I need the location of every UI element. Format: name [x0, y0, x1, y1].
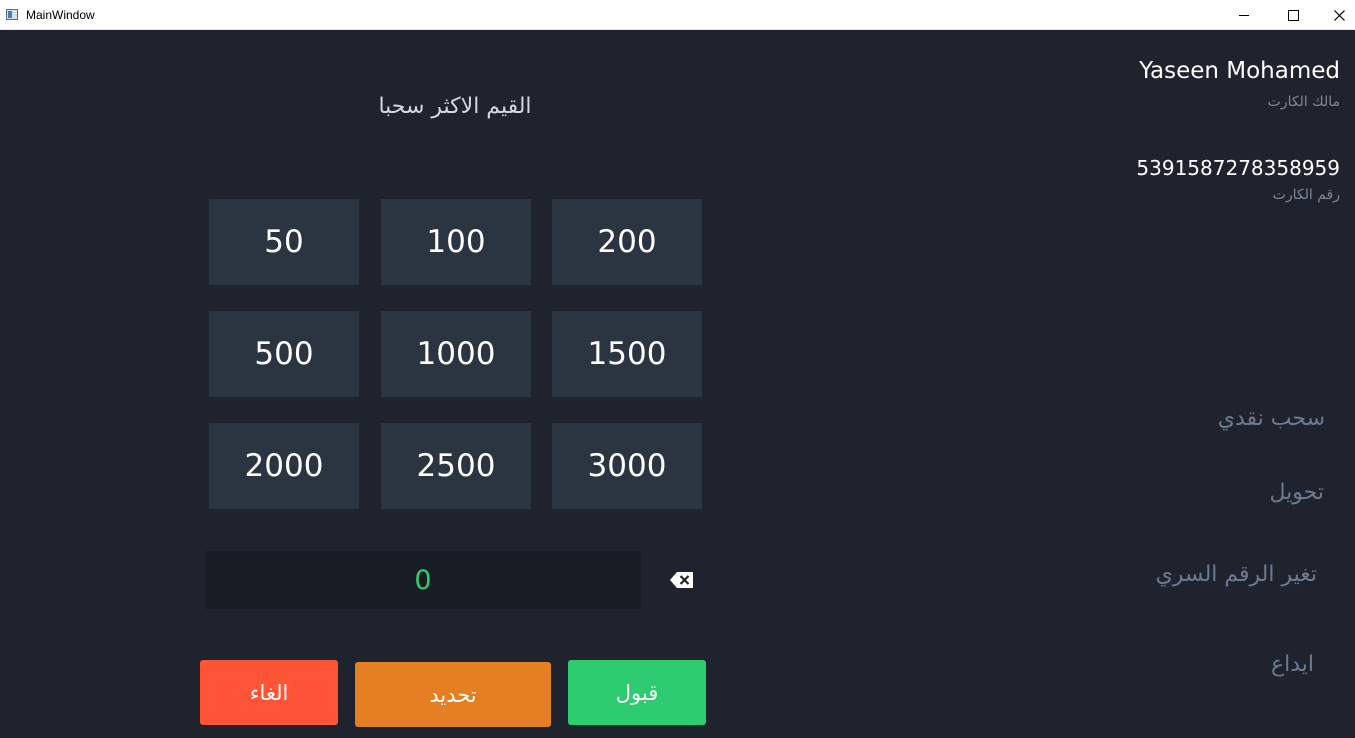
card-owner-name: Yaseen Mohamed — [1139, 58, 1340, 84]
window-titlebar: MainWindow — [0, 0, 1355, 30]
maximize-icon — [1287, 9, 1299, 21]
nav-change-pin[interactable]: تغير الرقم السري — [1156, 562, 1317, 587]
backspace-icon — [670, 572, 693, 588]
nav-withdraw[interactable]: سحب نقدي — [1218, 406, 1325, 431]
amount-button-1000[interactable]: 1000 — [381, 311, 531, 397]
nav-deposit[interactable]: ايداع — [1271, 652, 1314, 677]
maximize-button[interactable] — [1270, 0, 1316, 30]
amount-input[interactable]: 0 — [205, 551, 641, 609]
close-icon — [1333, 9, 1345, 21]
amount-button-2000[interactable]: 2000 — [209, 423, 359, 509]
amount-button-500[interactable]: 500 — [209, 311, 359, 397]
page-title: القيم الاكثر سحبا — [378, 94, 532, 119]
card-owner-label: مالك الكارت — [1267, 94, 1340, 110]
backspace-button[interactable] — [669, 570, 695, 590]
app-icon — [6, 9, 18, 20]
cancel-button[interactable]: الغاء — [200, 660, 338, 725]
minimize-icon — [1239, 14, 1249, 16]
amount-button-50[interactable]: 50 — [209, 199, 359, 285]
card-number: 5391587278358959 — [1136, 156, 1340, 180]
window-title: MainWindow — [26, 8, 95, 22]
amount-button-2500[interactable]: 2500 — [381, 423, 531, 509]
card-number-label: رقم الكارت — [1272, 187, 1340, 203]
minimize-button[interactable] — [1221, 0, 1267, 30]
select-button[interactable]: تحديد — [355, 662, 551, 727]
amount-button-3000[interactable]: 3000 — [552, 423, 702, 509]
amount-button-200[interactable]: 200 — [552, 199, 702, 285]
close-button[interactable] — [1316, 0, 1355, 30]
amount-button-1500[interactable]: 1500 — [552, 311, 702, 397]
amount-button-100[interactable]: 100 — [381, 199, 531, 285]
nav-transfer[interactable]: تحويل — [1270, 480, 1324, 505]
accept-button[interactable]: قبول — [568, 660, 706, 725]
